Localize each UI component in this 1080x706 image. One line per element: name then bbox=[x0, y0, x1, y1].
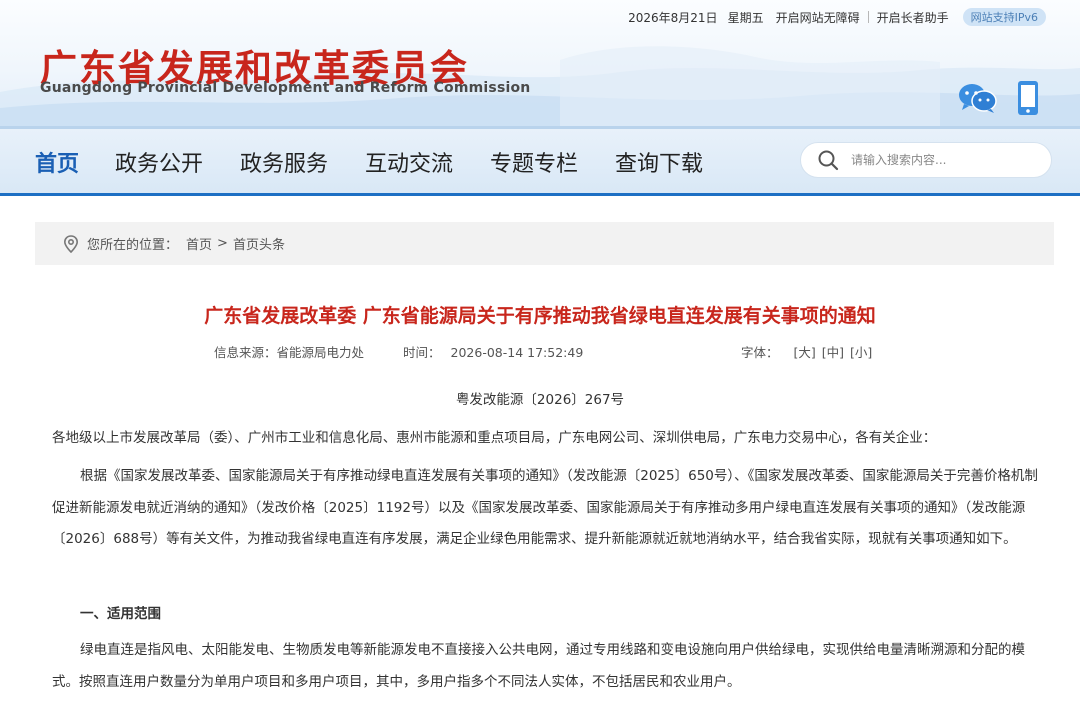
nav-interaction[interactable]: 互动交流 bbox=[365, 146, 453, 178]
font-size-large[interactable]: [大] bbox=[794, 345, 816, 360]
wechat-icon[interactable] bbox=[958, 82, 998, 114]
nav-home[interactable]: 首页 bbox=[35, 146, 79, 178]
nav-government-affairs[interactable]: 政务公开 bbox=[115, 146, 203, 178]
mobile-icon[interactable] bbox=[1017, 80, 1039, 116]
search-icon[interactable] bbox=[817, 149, 839, 171]
font-size-switcher: 字体： [大] [中] [小] bbox=[740, 342, 873, 361]
divider bbox=[867, 11, 869, 23]
breadcrumb-prefix: 您所在的位置： bbox=[87, 238, 179, 253]
section-body-paragraph: 绿电直连是指风电、太阳能发电、生物质发电等新能源发电不直接接入公共电网，通过专用… bbox=[52, 642, 1025, 690]
font-size-small[interactable]: [小] bbox=[850, 345, 872, 360]
font-size-label: 字体： bbox=[741, 345, 779, 360]
search-box[interactable] bbox=[800, 142, 1052, 178]
nav-query-download[interactable]: 查询下载 bbox=[615, 146, 703, 178]
breadcrumb-headlines-link[interactable]: 首页头条 bbox=[233, 234, 285, 253]
current-weekday: 星期五 bbox=[727, 10, 764, 25]
breadcrumb: 您所在的位置： 首页 > 首页头条 bbox=[35, 222, 1054, 265]
search-input[interactable] bbox=[851, 153, 1041, 167]
location-pin-icon bbox=[63, 234, 79, 253]
section-heading: 一、适用范围 bbox=[80, 606, 161, 622]
source-label: 信息来源： bbox=[214, 345, 277, 360]
current-date: 2026年8月21日 bbox=[628, 10, 718, 25]
recipients-paragraph: 各地级以上市发展改革局（委）、广州市工业和信息化局、惠州市能源和重点项目局，广东… bbox=[52, 430, 937, 446]
top-utility-bar: 2026年8月21日 星期五 开启网站无障碍 开启长者助手 网站支持IPv6 bbox=[628, 6, 1046, 28]
site-header: 2026年8月21日 星期五 开启网站无障碍 开启长者助手 网站支持IPv6 广… bbox=[0, 0, 1080, 126]
font-size-medium[interactable]: [中] bbox=[822, 345, 844, 360]
time-label: 时间： bbox=[403, 345, 441, 360]
article-title: 广东省发展改革委 广东省能源局关于有序推动我省绿电直连发展有关事项的通知 bbox=[204, 305, 876, 327]
elder-assistant-link[interactable]: 开启长者助手 bbox=[877, 9, 949, 26]
article-time: 时间： 2026-08-14 17:52:49 bbox=[403, 342, 583, 361]
article-source: 信息来源：省能源局电力处 bbox=[214, 342, 364, 361]
site-logo-english: Guangdong Provincial Development and Ref… bbox=[40, 80, 531, 96]
nav-special-topics[interactable]: 专题专栏 bbox=[490, 146, 578, 178]
document-number: 粤发改能源〔2026〕267号 bbox=[455, 392, 625, 408]
breadcrumb-separator: > bbox=[217, 236, 228, 251]
nav-government-services[interactable]: 政务服务 bbox=[240, 146, 328, 178]
accessibility-link[interactable]: 开启网站无障碍 bbox=[776, 9, 860, 26]
ipv6-badge: 网站支持IPv6 bbox=[962, 8, 1046, 26]
time-value: 2026-08-14 17:52:49 bbox=[450, 345, 584, 360]
main-navigation: 首页 政务公开 政务服务 互动交流 专题专栏 查询下载 bbox=[0, 126, 1080, 196]
source-value: 省能源局电力处 bbox=[276, 345, 365, 360]
intro-paragraph: 根据《国家发展改革委、国家能源局关于有序推动绿电直连发展有关事项的通知》（发改能… bbox=[52, 468, 1038, 547]
breadcrumb-home-link[interactable]: 首页 bbox=[186, 234, 212, 253]
